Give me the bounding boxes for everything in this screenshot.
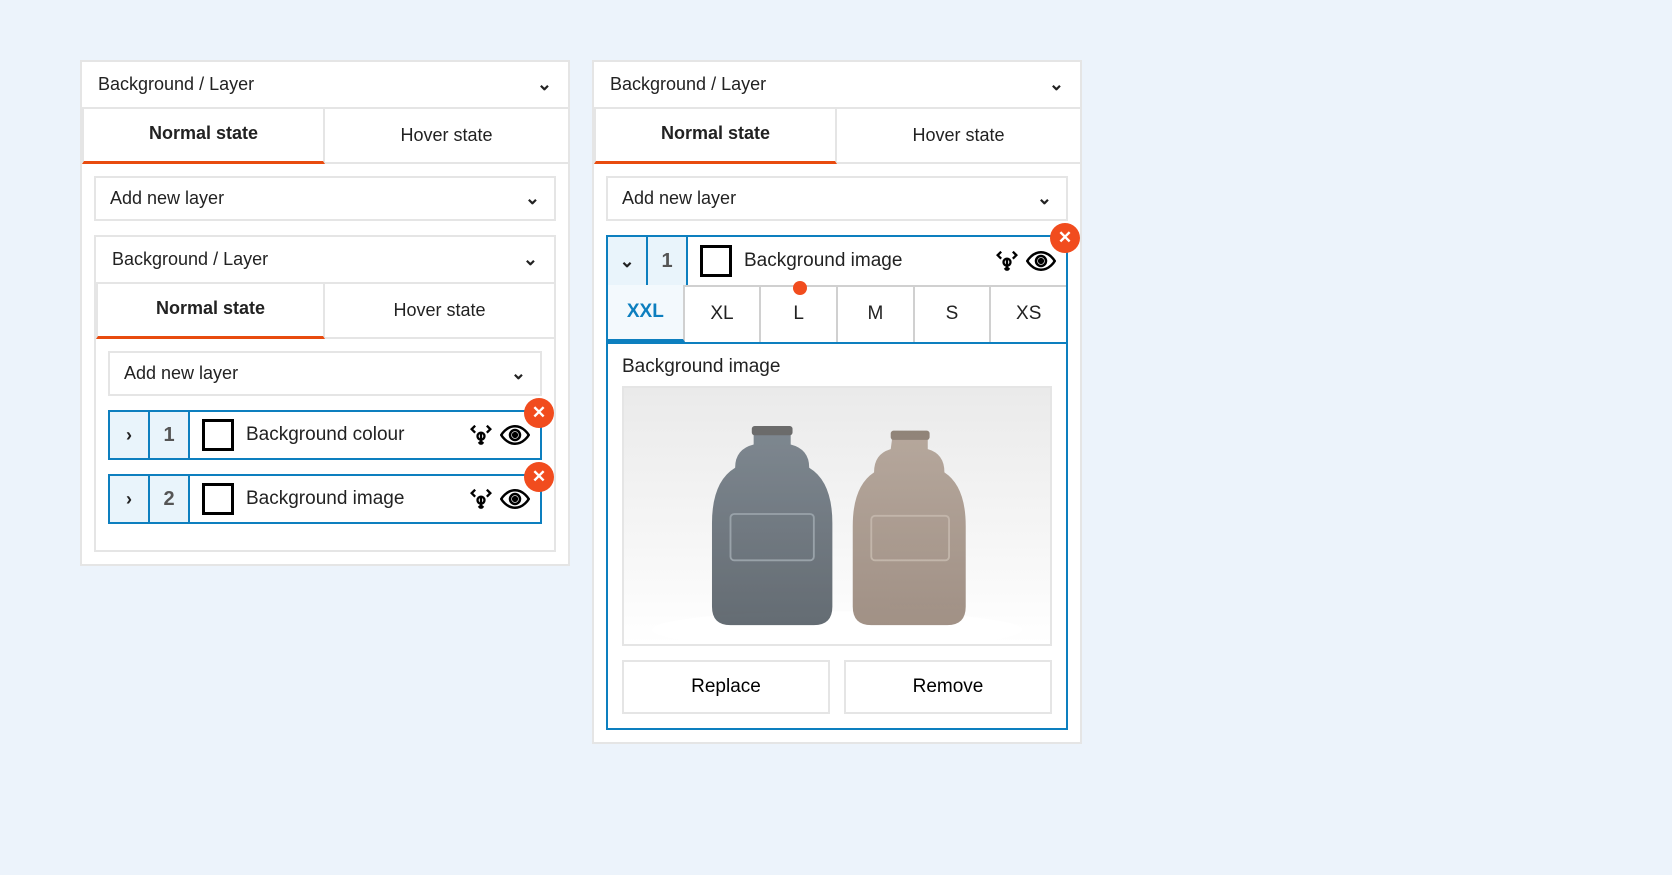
chevron-right-icon[interactable]: › bbox=[110, 476, 150, 522]
breakpoint-tabs: XXLXLLMSXS bbox=[606, 285, 1068, 344]
layer-detail: Background image bbox=[606, 344, 1068, 730]
breakpoint-tab-l[interactable]: L bbox=[761, 285, 838, 342]
drag-icon[interactable] bbox=[464, 421, 498, 449]
eye-icon[interactable] bbox=[498, 488, 532, 510]
add-new-layer-dropdown[interactable]: Add new layer ⌄ bbox=[606, 176, 1068, 221]
tab-hover-state[interactable]: Hover state bbox=[837, 109, 1080, 162]
section-header-bg-layer[interactable]: Background / Layer ⌄ bbox=[82, 62, 568, 109]
bottles-image bbox=[624, 386, 1050, 644]
layer-number: 1 bbox=[150, 412, 190, 458]
delete-button[interactable]: ✕ bbox=[1050, 223, 1080, 253]
breakpoint-tab-xxl[interactable]: XXL bbox=[608, 285, 685, 342]
section-header-bg-layer-nested[interactable]: Background / Layer ⌄ bbox=[96, 237, 554, 284]
breakpoint-tab-xl[interactable]: XL bbox=[685, 285, 762, 342]
layer-row[interactable]: › 1 Background colour ✕ bbox=[108, 410, 542, 460]
state-tabs-nested: Normal state Hover state bbox=[96, 284, 554, 339]
drag-icon[interactable] bbox=[990, 247, 1024, 275]
layer-number: 1 bbox=[648, 237, 688, 285]
chevron-down-icon: ⌄ bbox=[511, 363, 526, 384]
left-panel: Background / Layer ⌄ Normal state Hover … bbox=[80, 60, 570, 566]
tab-hover-state[interactable]: Hover state bbox=[325, 284, 554, 337]
chevron-right-icon[interactable]: › bbox=[110, 412, 150, 458]
chevron-down-icon: ⌄ bbox=[525, 188, 540, 209]
section-title: Background / Layer bbox=[98, 74, 254, 95]
nested-panel: Background / Layer ⌄ Normal state Hover … bbox=[94, 235, 556, 552]
add-new-layer-dropdown[interactable]: Add new layer ⌄ bbox=[94, 176, 556, 221]
colour-swatch[interactable] bbox=[202, 419, 234, 451]
chevron-down-icon: ⌄ bbox=[537, 74, 552, 95]
delete-button[interactable]: ✕ bbox=[524, 398, 554, 428]
chevron-down-icon: ⌄ bbox=[523, 249, 538, 270]
eye-icon[interactable] bbox=[498, 424, 532, 446]
eye-icon[interactable] bbox=[1024, 250, 1058, 272]
detail-title: Background image bbox=[622, 356, 1052, 378]
dropdown-label: Add new layer bbox=[622, 188, 736, 209]
colour-swatch[interactable] bbox=[202, 483, 234, 515]
layer-row[interactable]: ⌄ 1 Background image ✕ bbox=[606, 235, 1068, 285]
layer-label: Background image bbox=[246, 488, 464, 510]
tab-normal-state[interactable]: Normal state bbox=[96, 282, 325, 339]
layer-number: 2 bbox=[150, 476, 190, 522]
section-title: Background / Layer bbox=[112, 249, 268, 270]
state-tabs: Normal state Hover state bbox=[594, 109, 1080, 164]
tab-normal-state[interactable]: Normal state bbox=[82, 107, 325, 164]
breakpoint-tab-s[interactable]: S bbox=[915, 285, 992, 342]
add-new-layer-dropdown[interactable]: Add new layer ⌄ bbox=[108, 351, 542, 396]
chevron-down-icon[interactable]: ⌄ bbox=[608, 237, 648, 285]
tab-normal-state[interactable]: Normal state bbox=[594, 107, 837, 164]
colour-swatch[interactable] bbox=[700, 245, 732, 277]
right-panel: Background / Layer ⌄ Normal state Hover … bbox=[592, 60, 1082, 744]
state-tabs: Normal state Hover state bbox=[82, 109, 568, 164]
section-header-bg-layer[interactable]: Background / Layer ⌄ bbox=[594, 62, 1080, 109]
dropdown-label: Add new layer bbox=[110, 188, 224, 209]
tab-hover-state[interactable]: Hover state bbox=[325, 109, 568, 162]
layer-label: Background colour bbox=[246, 424, 464, 446]
remove-button[interactable]: Remove bbox=[844, 660, 1052, 714]
button-row: Replace Remove bbox=[622, 660, 1052, 714]
layer-row[interactable]: › 2 Background image ✕ bbox=[108, 474, 542, 524]
chevron-down-icon: ⌄ bbox=[1037, 188, 1052, 209]
delete-button[interactable]: ✕ bbox=[524, 462, 554, 492]
replace-button[interactable]: Replace bbox=[622, 660, 830, 714]
indicator-dot bbox=[793, 281, 807, 295]
layer-label: Background image bbox=[744, 250, 990, 272]
dropdown-label: Add new layer bbox=[124, 363, 238, 384]
drag-icon[interactable] bbox=[464, 485, 498, 513]
section-title: Background / Layer bbox=[610, 74, 766, 95]
breakpoint-tab-xs[interactable]: XS bbox=[991, 285, 1066, 342]
background-image-preview bbox=[622, 386, 1052, 646]
breakpoint-tab-m[interactable]: M bbox=[838, 285, 915, 342]
chevron-down-icon: ⌄ bbox=[1049, 74, 1064, 95]
